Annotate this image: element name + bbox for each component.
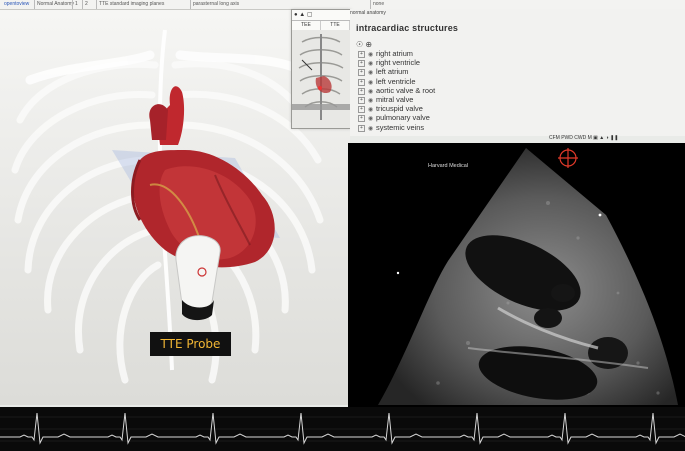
square-icon[interactable]: ▢ <box>307 12 313 18</box>
list-item[interactable]: + ◉ left atrium <box>358 67 435 77</box>
echo-mode-buttons[interactable]: CFM PWD CWD M <box>549 135 592 141</box>
visibility-icon[interactable]: ◉ <box>368 125 373 134</box>
expand-icon[interactable]: + <box>358 78 365 86</box>
expand-icon[interactable]: + <box>358 87 365 95</box>
expand-icon[interactable]: + <box>358 124 365 132</box>
orientation-minimap[interactable]: ● ▲ ▢ TEE TTE <box>291 9 351 129</box>
depth-icon[interactable]: ◑ <box>606 135 609 141</box>
structures-panel: normal anatomy intracardiac structures ☉… <box>350 9 685 136</box>
view-dropdown[interactable]: parasternal long axis <box>190 0 275 9</box>
structure-label: right ventricle <box>376 58 420 68</box>
list-item[interactable]: + ◉ left ventricle <box>358 77 435 86</box>
echo-image <box>378 148 678 405</box>
list-item[interactable]: + ◉ aortic valve & root <box>358 86 435 95</box>
echo-toolbar: CFM PWD CWD M ▣ ▲ ◑ ❚❚ <box>549 134 685 143</box>
breadcrumb-anatomy[interactable]: Normal Anatomy <box>34 0 75 9</box>
echo-view[interactable]: Harvard Medical <box>348 143 685 409</box>
tab-tte[interactable]: TTE <box>321 21 350 30</box>
structure-list: + ◉ right atrium + ◉ right ventricle + ◉ left … <box>358 49 435 132</box>
structure-label: left ventricle <box>376 76 416 86</box>
ecg-strip <box>0 407 685 451</box>
expand-icon[interactable]: + <box>358 51 365 58</box>
ecg-trace <box>0 412 685 445</box>
list-item[interactable]: + ◉ systemic veins <box>358 123 435 132</box>
structure-label: right atrium <box>376 49 413 58</box>
structure-label: left atrium <box>376 67 409 77</box>
target-icon[interactable]: ⊕ <box>365 40 372 49</box>
structure-label: tricuspid valve <box>376 104 423 114</box>
list-item[interactable]: + ◉ right atrium <box>358 49 435 58</box>
freeze-icon[interactable]: ❚❚ <box>610 135 618 141</box>
panel-tools: ☉ ⊕ <box>356 40 372 49</box>
tab-tee[interactable]: TEE <box>292 21 321 30</box>
list-item[interactable]: + ◉ pulmonary valve <box>358 113 435 123</box>
expand-icon[interactable]: + <box>358 60 365 68</box>
panel-title: intracardiac structures <box>356 23 459 33</box>
gain-icon[interactable]: ▲ <box>599 135 604 141</box>
minimap-toolbar: ● ▲ ▢ <box>292 10 350 20</box>
expand-icon[interactable]: + <box>358 106 365 114</box>
expand-icon[interactable]: + <box>358 115 365 123</box>
list-item[interactable]: + ◉ mitral valve <box>358 95 435 104</box>
structure-label: pulmonary valve <box>376 113 430 123</box>
imaging-planes-dropdown[interactable]: TTE standard imaging planes <box>96 0 191 9</box>
list-item[interactable]: + ◉ right ventricle <box>358 58 435 68</box>
camera-icon[interactable]: ● <box>294 12 298 18</box>
nav-next-button[interactable]: 2 <box>82 0 95 9</box>
structure-label: aortic valve & root <box>376 85 436 95</box>
minimap-thorax-icon <box>292 30 350 128</box>
probe-label: TTE Probe <box>150 332 231 356</box>
expand-icon[interactable]: + <box>358 96 365 104</box>
window-icon[interactable]: ▣ <box>593 135 598 141</box>
drop-icon[interactable]: ▲ <box>299 12 305 18</box>
eye-icon[interactable]: ☉ <box>356 40 363 49</box>
breadcrumb-home[interactable]: opentoview <box>2 0 36 9</box>
expand-icon[interactable]: + <box>358 69 365 77</box>
structure-label: mitral valve <box>376 94 414 104</box>
panel-header: normal anatomy <box>350 10 386 16</box>
option-dropdown[interactable]: none <box>370 0 415 9</box>
structure-label: systemic veins <box>376 122 425 132</box>
crosshair-icon[interactable] <box>558 148 578 168</box>
list-item[interactable]: + ◉ tricuspid valve <box>358 104 435 114</box>
echo-brand-label: Harvard Medical <box>428 163 469 169</box>
